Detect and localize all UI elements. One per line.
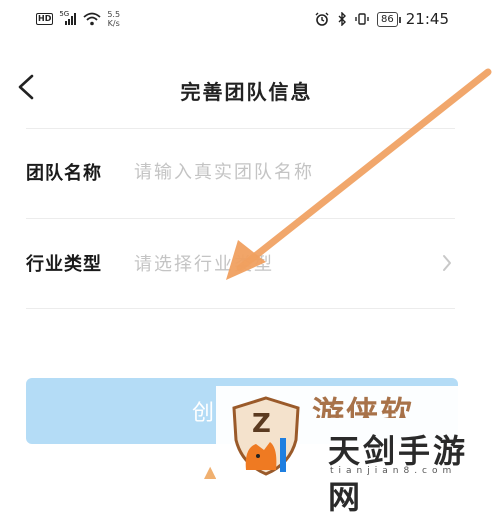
battery-icon: 86 <box>377 11 401 27</box>
watermark-sub-text: tianjian8.com <box>330 466 457 476</box>
page-title: 完善团队信息 <box>180 80 313 104</box>
net-speed-value: 5.5 <box>107 10 121 19</box>
vibrate-icon <box>355 13 369 25</box>
team-name-label: 团队名称 <box>26 163 102 184</box>
alarm-icon <box>315 12 329 26</box>
chevron-right-icon <box>443 255 451 271</box>
nav-bar: 完善团队信息 <box>0 66 493 112</box>
status-left: HD 5G 5.5 K/s <box>36 10 120 28</box>
fox-shield-logo-icon: Z <box>232 396 300 476</box>
bluetooth-icon <box>338 12 347 26</box>
team-name-input[interactable] <box>134 161 394 183</box>
shield-letter: Z <box>252 409 271 439</box>
row-divider <box>26 218 455 219</box>
wifi-icon <box>83 12 101 26</box>
hd-badge: HD <box>36 13 54 25</box>
industry-type-label: 行业类型 <box>26 254 102 275</box>
status-right: 86 21:45 <box>315 10 449 28</box>
status-time: 21:45 <box>405 10 449 28</box>
watermark: Z 游侠软 天剑手游网 tianjian8.com <box>216 386 493 516</box>
net-speed-unit: K/s <box>107 19 120 28</box>
net-speed: 5.5 K/s <box>107 10 120 28</box>
team-name-row[interactable]: 团队名称 <box>26 150 456 194</box>
industry-type-row[interactable]: 行业类型 请选择行业类型 <box>26 241 456 285</box>
watermark-top-text: 游侠软 <box>312 394 415 418</box>
signal-icon: 5G <box>59 10 77 25</box>
header-divider <box>26 128 455 129</box>
industry-type-select[interactable]: 请选择行业类型 <box>134 250 274 276</box>
row-divider-bottom <box>26 308 455 309</box>
orange-peek-mark: ▲ <box>204 462 217 481</box>
status-bar: HD 5G 5.5 K/s 86 21:45 <box>0 0 493 40</box>
signal-type: 5G <box>59 10 70 18</box>
